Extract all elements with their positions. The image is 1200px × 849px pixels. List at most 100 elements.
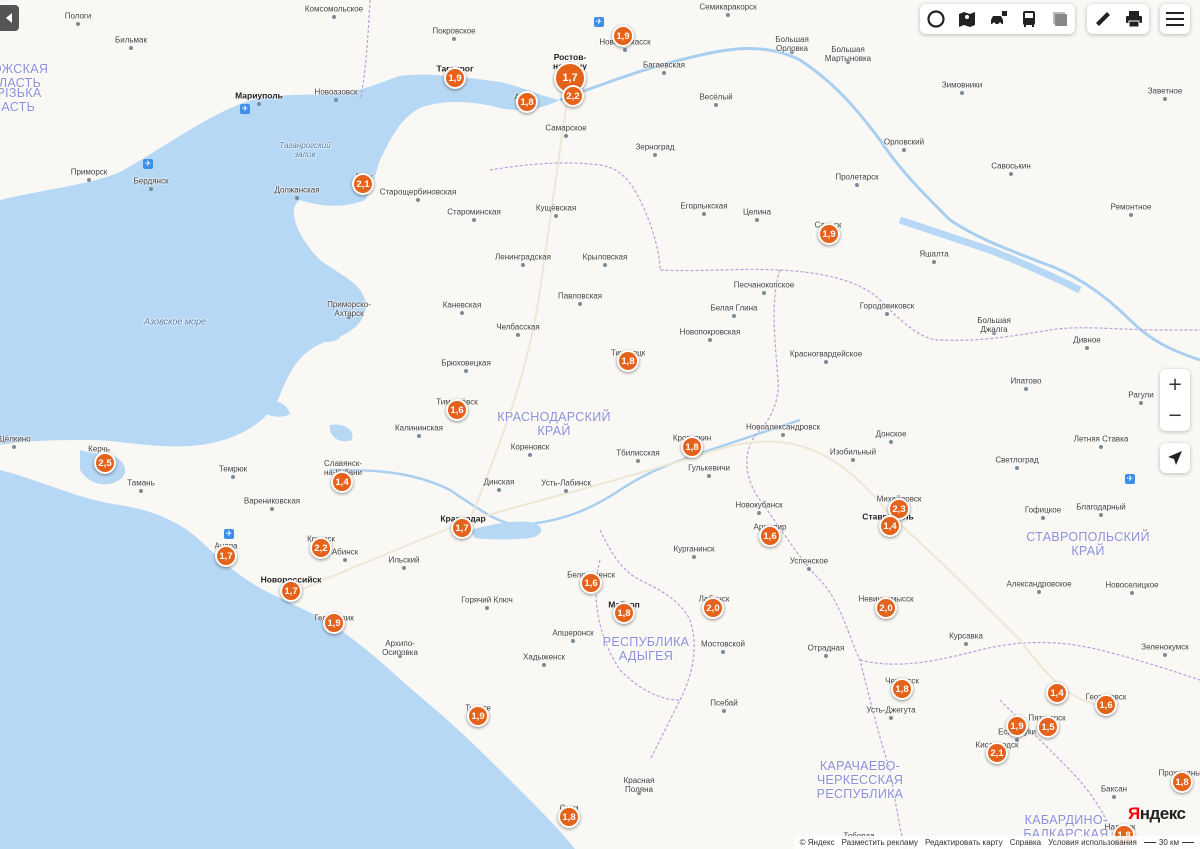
settlement-dot [702,212,706,216]
settlement-dot [964,642,968,646]
price-marker[interactable]: 1,9 [1006,715,1028,737]
settlement-dot [707,474,711,478]
settlement-dot [231,475,235,479]
airport-icon[interactable]: ✈ [1125,474,1135,484]
settlement-dot [1009,172,1013,176]
settlement-dot [516,333,520,337]
price-marker[interactable]: 1,6 [580,572,602,594]
settlement-dot [564,489,568,493]
place-label: Каневская [442,300,482,310]
price-marker[interactable]: 1,9 [323,612,345,634]
airport-icon[interactable]: ✈ [240,104,250,114]
region-label: РЕСПУБЛИКА АДЫГЕЯ [602,635,690,663]
place-label: Комсомольское [304,4,364,14]
yandex-logo[interactable]: Яндекс [1128,804,1186,824]
price-marker[interactable]: 1,9 [818,223,840,245]
price-marker[interactable]: 2,0 [875,597,897,619]
price-marker[interactable]: 2,5 [94,452,116,474]
price-marker[interactable]: 1,8 [1171,771,1193,793]
settlement-dot [497,488,501,492]
settlement-dot [889,440,893,444]
transit-button[interactable] [1013,4,1044,34]
price-marker[interactable]: 1,8 [516,91,538,113]
place-label: Зеленокумск [1141,642,1189,652]
settlement-dot [1015,466,1019,470]
price-marker[interactable]: 1,7 [451,517,473,539]
print-icon [1125,11,1142,28]
price-marker[interactable]: 1,8 [558,806,580,828]
settlement-dot [889,716,893,720]
print-button[interactable] [1118,4,1149,34]
footer-link-help[interactable]: Справка [1010,838,1041,847]
price-marker[interactable]: 1,4 [1046,682,1068,704]
scale-bar: 30 км [1143,838,1194,847]
price-marker[interactable]: 1,8 [613,602,635,624]
price-marker[interactable]: 1,9 [444,67,466,89]
settlement-dot [528,453,532,457]
price-marker[interactable]: 1,7 [215,545,237,567]
price-marker[interactable]: 2,2 [310,537,332,559]
geolocation-button[interactable] [1160,443,1190,473]
footer-link-edit-map[interactable]: Редактировать карту [925,838,1003,847]
place-label: Самарское [545,123,587,133]
price-marker[interactable]: 1,8 [617,350,639,372]
menu-button[interactable] [1160,4,1190,34]
settlement-dot [402,566,406,570]
price-marker[interactable]: 1,8 [891,678,913,700]
price-marker[interactable]: 1,9 [612,25,634,47]
settlement-dot [334,98,338,102]
settlement-dot [129,46,133,50]
traffic-button[interactable] [982,4,1013,34]
place-label: Динская [483,477,515,487]
price-marker[interactable]: 1,7 [280,580,302,602]
place-label: Курганинск [673,544,715,554]
price-marker[interactable]: 1,4 [879,515,901,537]
settlement-dot [902,148,906,152]
footer-link-terms[interactable]: Условия использования [1048,838,1137,847]
zoom-in-button[interactable]: + [1160,369,1190,400]
zoom-out-button[interactable]: − [1160,400,1190,431]
map-type-button[interactable] [1044,4,1075,34]
layers-button[interactable] [920,4,951,34]
price-marker[interactable]: 1,8 [681,436,703,458]
price-marker[interactable]: 1,9 [467,705,489,727]
airport-icon[interactable]: ✈ [594,17,604,27]
price-marker[interactable]: 2,2 [562,85,584,107]
price-marker[interactable]: 2,1 [352,173,374,195]
settlement-dot [149,187,153,191]
menu-icon [1166,12,1184,26]
place-label: Приморско- Ахтарск [327,300,371,318]
place-label: Благодарный [1076,502,1126,512]
place-label: Заветное [1147,86,1183,96]
collapse-panel-button[interactable] [0,5,19,31]
place-label: Ипатово [1010,376,1042,386]
footer-link-ads[interactable]: Разместить рекламу [842,838,918,847]
place-label: Красная Поляна [623,776,655,794]
ruler-button[interactable] [1087,4,1118,34]
settlement-dot [464,369,468,373]
price-marker[interactable]: 1,6 [759,525,781,547]
price-marker[interactable]: 1,6 [446,399,468,421]
place-label: Гулькевичи [688,463,730,473]
airport-icon[interactable]: ✈ [224,529,234,539]
price-marker[interactable]: 1,4 [331,471,353,493]
settlement-dot [257,102,261,106]
place-label: Калининская [394,423,444,433]
place-label: Вареник­овская [243,496,301,506]
price-marker[interactable]: 1,5 [1037,716,1059,738]
settlement-dot [87,178,91,182]
settlement-dot [1163,97,1167,101]
panorama-button[interactable] [951,4,982,34]
place-label: Изобильный [829,447,877,457]
settlement-dot [1129,213,1133,217]
place-label: Бильмак [114,35,148,45]
layers-icon [926,10,945,28]
price-marker[interactable]: 2,1 [986,742,1008,764]
place-label: Псебай [710,698,738,708]
price-marker[interactable]: 2,0 [702,597,724,619]
airport-icon[interactable]: ✈ [143,159,153,169]
price-marker[interactable]: 1,6 [1095,694,1117,716]
settlement-dot [732,314,736,318]
settlement-dot [851,458,855,462]
place-label: Мариуполь [235,90,283,101]
